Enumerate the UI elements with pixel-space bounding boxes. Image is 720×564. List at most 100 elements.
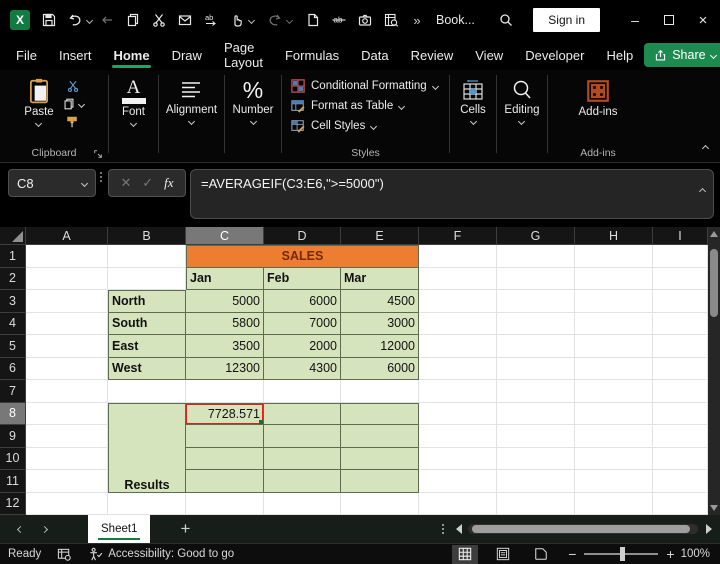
grid-cell[interactable] <box>26 268 108 291</box>
cell-C8-selected[interactable]: 7728.571 <box>186 403 264 426</box>
tab-data[interactable]: Data <box>350 41 399 69</box>
grid-cell[interactable] <box>419 380 497 403</box>
grid-cell[interactable] <box>186 470 264 493</box>
grid-cell[interactable] <box>497 268 575 291</box>
grid-cell[interactable] <box>497 335 575 358</box>
grid-cell[interactable] <box>341 380 419 403</box>
zoom-slider-thumb[interactable] <box>620 547 625 561</box>
grid-cell[interactable] <box>186 448 264 471</box>
row-header-8[interactable]: 8 <box>0 403 26 426</box>
horizontal-scroll-thumb[interactable] <box>472 525 690 533</box>
grid-cell[interactable] <box>26 313 108 336</box>
zoom-out-button[interactable]: − <box>568 546 576 562</box>
sign-in-button[interactable]: Sign in <box>533 8 600 32</box>
next-sheet-icon[interactable] <box>32 527 56 532</box>
cut-icon[interactable] <box>146 7 172 33</box>
sheetbar-options-icon[interactable] <box>442 524 444 534</box>
row-header-7[interactable]: 7 <box>0 380 26 403</box>
grid-cell[interactable] <box>653 493 708 516</box>
zoom-level[interactable]: 100% <box>681 548 710 560</box>
save-icon[interactable] <box>36 7 62 33</box>
grid-cell[interactable] <box>419 448 497 471</box>
grid-cell[interactable] <box>108 493 186 516</box>
strike-ab-icon[interactable]: ab <box>326 7 352 33</box>
accessibility-icon[interactable] <box>88 547 103 562</box>
cell-sales-title[interactable]: SALES <box>186 245 419 268</box>
grid-cell[interactable] <box>264 493 341 516</box>
find-replace-icon[interactable]: ab <box>198 7 224 33</box>
grid-cell[interactable] <box>575 268 653 291</box>
grid-cell[interactable] <box>26 290 108 313</box>
close-button[interactable]: × <box>686 7 720 33</box>
name-box-chevron-icon[interactable] <box>81 179 88 186</box>
touch-mode-chevron-icon[interactable] <box>247 16 254 23</box>
grid-cell[interactable] <box>653 470 708 493</box>
grid-cell[interactable] <box>575 403 653 426</box>
normal-view-button[interactable] <box>452 545 478 564</box>
tab-home[interactable]: Home <box>102 41 160 69</box>
cell-results-label[interactable]: Results <box>108 403 186 493</box>
grid-cell[interactable] <box>575 245 653 268</box>
cell-C6[interactable]: 12300 <box>186 358 264 381</box>
grid-cell[interactable] <box>341 403 419 426</box>
cell-D6[interactable]: 4300 <box>264 358 341 381</box>
grid-cell[interactable] <box>26 358 108 381</box>
row-header-11[interactable]: 11 <box>0 470 26 493</box>
grid-cell[interactable] <box>575 290 653 313</box>
grid-cell[interactable] <box>653 380 708 403</box>
editing-button[interactable]: Editing <box>504 70 539 124</box>
column-header-C[interactable]: C <box>186 227 264 245</box>
grid-cell[interactable] <box>653 290 708 313</box>
addins-button[interactable]: Add-ins <box>579 70 618 118</box>
grid-cell[interactable] <box>108 268 186 291</box>
column-header-B[interactable]: B <box>108 227 186 245</box>
cell-E5[interactable]: 12000 <box>341 335 419 358</box>
cell-D4[interactable]: 7000 <box>264 313 341 336</box>
grid-cell[interactable] <box>419 470 497 493</box>
conditional-formatting-button[interactable]: Conditional Formatting <box>291 79 438 93</box>
row-header-9[interactable]: 9 <box>0 425 26 448</box>
select-all-button[interactable] <box>0 227 26 245</box>
cell-E4[interactable]: 3000 <box>341 313 419 336</box>
grid-cell[interactable] <box>341 470 419 493</box>
grid-cell[interactable] <box>419 245 497 268</box>
grid-cell[interactable] <box>26 245 108 268</box>
row-header-2[interactable]: 2 <box>0 268 26 291</box>
undo-chevron-icon[interactable] <box>85 16 92 23</box>
cell-jan[interactable]: Jan <box>186 268 264 291</box>
column-header-H[interactable]: H <box>575 227 653 245</box>
grid-cell[interactable] <box>575 470 653 493</box>
grid-cell[interactable] <box>653 268 708 291</box>
maximize-button[interactable] <box>652 7 686 33</box>
format-as-table-button[interactable]: Format as Table <box>291 99 404 113</box>
number-button[interactable]: % Number <box>233 70 274 124</box>
row-header-12[interactable]: 12 <box>0 493 26 516</box>
grid-cell[interactable] <box>264 470 341 493</box>
row-header-4[interactable]: 4 <box>0 313 26 336</box>
formula-bar-grip[interactable] <box>100 172 102 182</box>
cells-button[interactable]: Cells <box>460 70 486 124</box>
hscroll-right-icon[interactable] <box>706 524 712 534</box>
search-icon[interactable] <box>493 7 519 33</box>
grid-cell[interactable] <box>575 313 653 336</box>
scroll-up-icon[interactable] <box>710 231 718 237</box>
tab-developer[interactable]: Developer <box>514 41 595 69</box>
grid-cell[interactable] <box>108 245 186 268</box>
macro-record-icon[interactable] <box>57 547 72 562</box>
tab-insert[interactable]: Insert <box>48 41 103 69</box>
column-header-I[interactable]: I <box>653 227 708 245</box>
grid-cell[interactable] <box>575 358 653 381</box>
grid-cell[interactable] <box>653 403 708 426</box>
grid-cell[interactable] <box>497 403 575 426</box>
grid-cell[interactable] <box>419 493 497 516</box>
clipboard-dialog-launcher-icon[interactable] <box>93 149 103 159</box>
cell-E3[interactable]: 4500 <box>341 290 419 313</box>
paste-button[interactable]: Paste <box>24 70 53 130</box>
tab-view[interactable]: View <box>464 41 514 69</box>
page-layout-view-button[interactable] <box>490 545 516 564</box>
column-header-A[interactable]: A <box>26 227 108 245</box>
grid-cell[interactable] <box>653 358 708 381</box>
minimize-button[interactable]: – <box>618 7 652 33</box>
vertical-scrollbar[interactable] <box>708 227 720 515</box>
column-header-G[interactable]: G <box>497 227 575 245</box>
